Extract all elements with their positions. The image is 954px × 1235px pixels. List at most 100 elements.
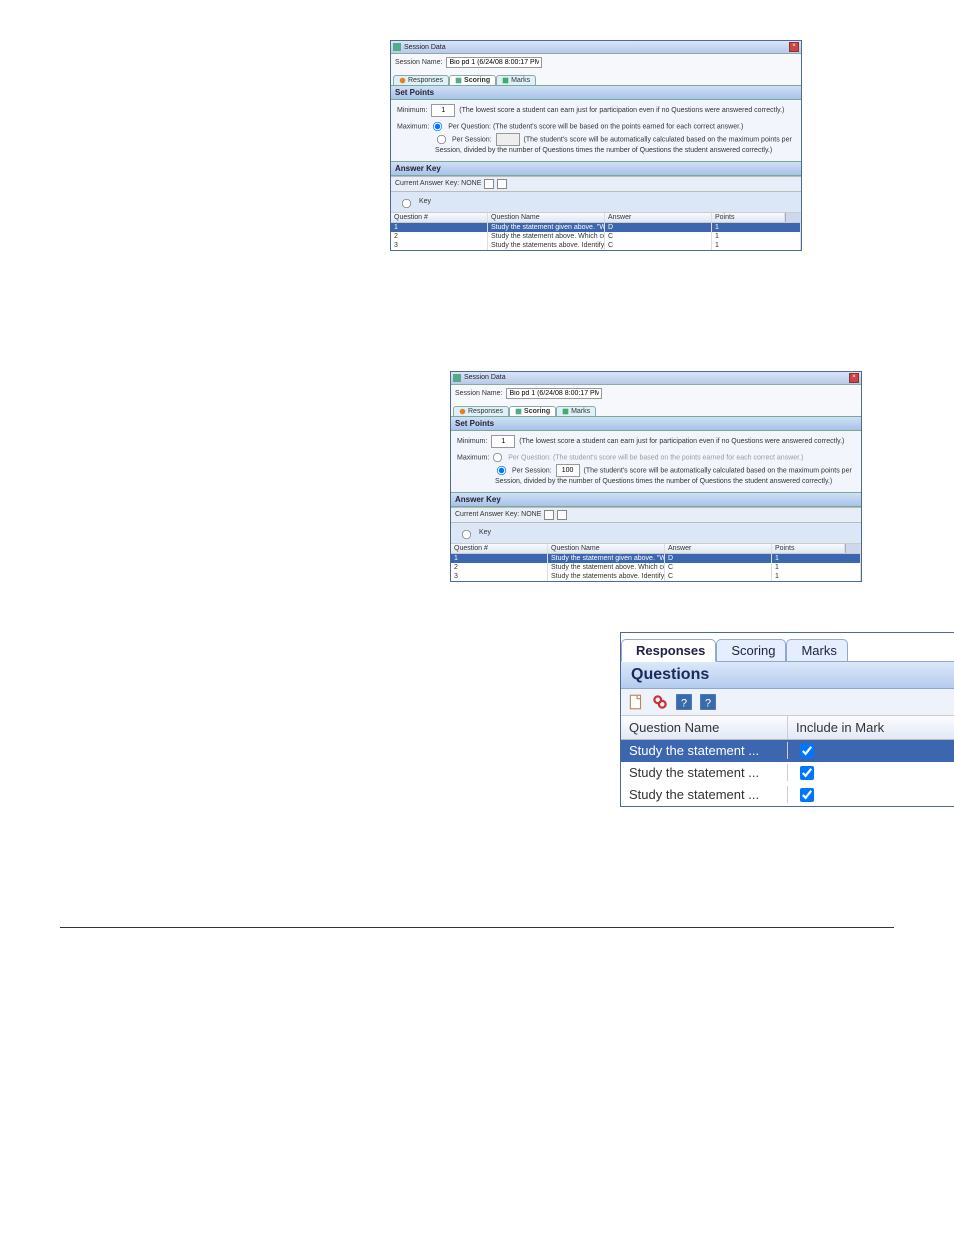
key-radio[interactable] <box>462 530 471 539</box>
include-checkbox[interactable] <box>800 744 814 758</box>
table-row[interactable]: 3 Study the statements above. Identify t… <box>391 241 801 250</box>
per-question-note: (The student's score will be based on th… <box>553 454 803 461</box>
key-subheader: Key <box>451 522 861 543</box>
tab-scoring[interactable]: Scoring <box>449 75 496 85</box>
session-name-input[interactable] <box>446 57 542 68</box>
col-points[interactable]: Points <box>772 544 845 553</box>
per-session-label: Per Session: <box>452 136 492 143</box>
question-row[interactable]: Study the statement ... <box>621 762 954 784</box>
maximum-label: Maximum: <box>457 454 489 461</box>
grid-question-icon-1[interactable]: ? <box>675 693 693 711</box>
answer-key-header: Answer Key <box>451 492 861 507</box>
per-session-radio[interactable] <box>497 466 506 475</box>
questions-toolbar: ? ? <box>621 689 954 716</box>
table-row[interactable]: 2 Study the statement above. Which cell … <box>451 563 861 572</box>
col-question-number[interactable]: Question # <box>391 213 488 222</box>
set-points-header: Set Points <box>451 416 861 431</box>
page-divider <box>60 927 894 928</box>
question-row[interactable]: Study the statement ... <box>621 740 954 762</box>
question-row[interactable]: Study the statement ... <box>621 784 954 806</box>
column-chooser-icon[interactable] <box>785 213 801 222</box>
per-session-radio[interactable] <box>437 135 446 144</box>
current-answer-key-row: Current Answer Key: NONE <box>391 176 801 191</box>
per-session-label: Per Session: <box>512 467 552 474</box>
questions-header: Questions <box>621 662 954 689</box>
tab-bar: Responses Scoring Marks <box>621 633 954 662</box>
tab-marks[interactable]: Marks <box>786 639 847 661</box>
page-icon[interactable] <box>627 693 645 711</box>
session-name-row: Session Name: <box>451 385 861 402</box>
tab-marks[interactable]: Marks <box>496 75 536 85</box>
minimum-label: Minimum: <box>457 438 487 445</box>
table-row[interactable]: 1 Study the statement given above. "When… <box>391 223 801 232</box>
current-answer-key-label: Current Answer Key: NONE <box>395 180 481 187</box>
col-question-name[interactable]: Question Name <box>621 716 788 739</box>
column-chooser-icon[interactable] <box>845 544 861 553</box>
app-icon <box>453 374 461 382</box>
app-icon <box>393 43 401 51</box>
col-include-in-mark[interactable]: Include in Mark <box>788 716 954 739</box>
link-icon[interactable] <box>651 693 669 711</box>
tab-scoring[interactable]: Scoring <box>716 639 786 661</box>
session-data-dialog-per-session: Session Data × Session Name: Responses S… <box>450 371 862 582</box>
key-radio[interactable] <box>402 199 411 208</box>
window-titlebar: Session Data × <box>451 372 861 385</box>
svg-text:?: ? <box>705 697 711 709</box>
tab-bar: Responses Scoring Marks <box>451 402 861 416</box>
table-row[interactable]: 3 Study the statements above. Identify t… <box>451 572 861 581</box>
window-title: Session Data <box>404 44 446 51</box>
close-button[interactable]: × <box>849 373 859 383</box>
col-answer[interactable]: Answer <box>665 544 772 553</box>
col-answer[interactable]: Answer <box>605 213 712 222</box>
tab-bar: Responses Scoring Marks <box>391 71 801 85</box>
tab-marks[interactable]: Marks <box>556 406 596 416</box>
minimum-input[interactable] <box>491 435 515 448</box>
grid-question-icon-2[interactable]: ? <box>699 693 717 711</box>
set-points-pane: Minimum: (The lowest score a student can… <box>451 431 861 492</box>
session-data-dialog-per-question: Session Data × Session Name: Responses S… <box>390 40 802 251</box>
current-answer-key-row: Current Answer Key: NONE <box>451 507 861 522</box>
minimum-note: (The lowest score a student can earn jus… <box>519 438 844 445</box>
window-title: Session Data <box>464 374 506 381</box>
per-question-label: Per Question: <box>508 454 551 461</box>
per-question-radio[interactable] <box>433 122 442 131</box>
per-question-radio[interactable] <box>493 453 502 462</box>
minimum-label: Minimum: <box>397 107 427 114</box>
key-subheader: Key <box>391 191 801 212</box>
svg-text:?: ? <box>681 697 687 709</box>
window-titlebar: Session Data × <box>391 41 801 54</box>
per-question-label: Per Question: <box>448 123 491 130</box>
per-question-note: (The student's score will be based on th… <box>493 123 743 130</box>
include-checkbox[interactable] <box>800 788 814 802</box>
set-points-pane: Minimum: (The lowest score a student can… <box>391 100 801 161</box>
session-name-input[interactable] <box>506 388 602 399</box>
tab-scoring[interactable]: Scoring <box>509 406 556 416</box>
grid-header: Question # Question Name Answer Points <box>391 212 801 223</box>
tab-responses[interactable]: Responses <box>393 75 449 85</box>
col-question-name[interactable]: Question Name <box>548 544 665 553</box>
col-points[interactable]: Points <box>712 213 785 222</box>
include-checkbox[interactable] <box>800 766 814 780</box>
current-answer-key-label: Current Answer Key: NONE <box>455 511 541 518</box>
table-row[interactable]: 2 Study the statement above. Which cell … <box>391 232 801 241</box>
set-points-header: Set Points <box>391 85 801 100</box>
answer-key-button-1[interactable] <box>544 510 554 520</box>
marks-tab-panel: Responses Scoring Marks Questions ? ? Qu… <box>620 632 954 807</box>
tab-responses[interactable]: Responses <box>453 406 509 416</box>
col-question-name[interactable]: Question Name <box>488 213 605 222</box>
questions-grid-header: Question Name Include in Mark <box>621 716 954 740</box>
minimum-note: (The lowest score a student can earn jus… <box>459 107 784 114</box>
table-row[interactable]: 1 Study the statement given above. "When… <box>451 554 861 563</box>
per-session-input <box>496 133 520 146</box>
col-question-number[interactable]: Question # <box>451 544 548 553</box>
tab-responses[interactable]: Responses <box>621 639 716 662</box>
session-name-label: Session Name: <box>395 59 442 66</box>
session-name-label: Session Name: <box>455 390 502 397</box>
grid-header: Question # Question Name Answer Points <box>451 543 861 554</box>
close-button[interactable]: × <box>789 42 799 52</box>
answer-key-button-2[interactable] <box>557 510 567 520</box>
per-session-input[interactable] <box>556 464 580 477</box>
answer-key-button-2[interactable] <box>497 179 507 189</box>
answer-key-button-1[interactable] <box>484 179 494 189</box>
minimum-input[interactable] <box>431 104 455 117</box>
